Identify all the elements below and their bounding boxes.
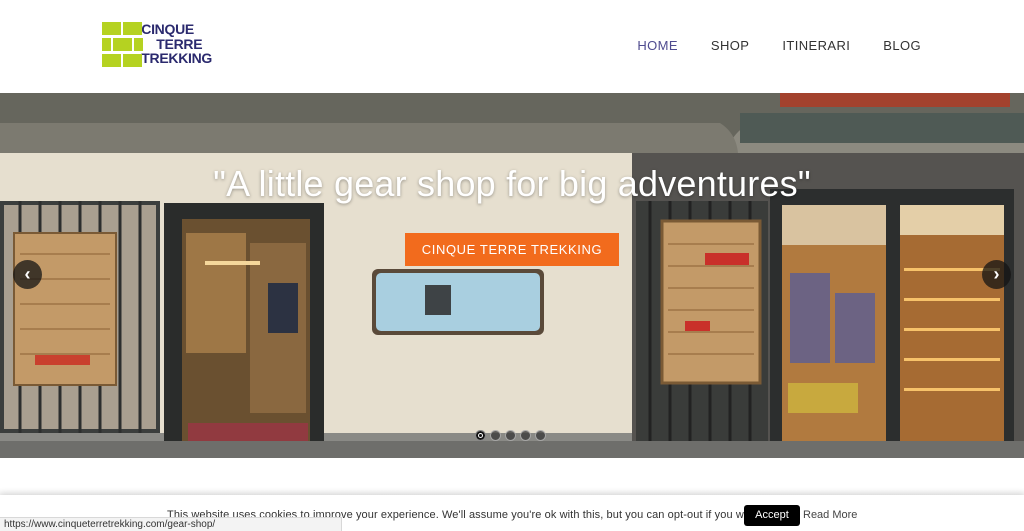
hero-slider: "A little gear shop for big adventures" …	[0, 93, 1024, 458]
logo-text: CINQUE TERRE TREKKING	[141, 22, 212, 66]
cookie-accept-button[interactable]: Accept	[744, 505, 800, 526]
shop-front-photo	[0, 93, 1024, 458]
slider-dot-1[interactable]	[475, 430, 486, 441]
nav-itinerari[interactable]: ITINERARI	[782, 38, 850, 53]
nav-blog[interactable]: BLOG	[883, 38, 921, 53]
cookie-read-more-link[interactable]: Read More	[803, 509, 857, 521]
hero-title: "A little gear shop for big adventures"	[213, 163, 811, 204]
nav-home[interactable]: HOME	[637, 38, 678, 53]
nav-shop[interactable]: SHOP	[711, 38, 749, 53]
logo-line-1: CINQUE	[141, 21, 194, 37]
chevron-right-icon: ›	[993, 264, 1000, 284]
slider-dot-3[interactable]	[505, 430, 516, 441]
slider-next-button[interactable]: ›	[982, 260, 1011, 289]
hero-cta-button[interactable]: CINQUE TERRE TREKKING	[405, 233, 619, 266]
logo-line-3: TREKKING	[141, 50, 212, 66]
slider-dot-4[interactable]	[520, 430, 531, 441]
slider-dot-2[interactable]	[490, 430, 501, 441]
site-header: CINQUE TERRE TREKKING HOME SHOP ITINERAR…	[0, 0, 1024, 93]
logo-line-2: TERRE	[156, 35, 203, 52]
slider-dots	[475, 430, 546, 441]
slider-prev-button[interactable]: ‹	[13, 260, 42, 289]
browser-status-url: https://www.cinqueterretrekking.com/gear…	[0, 517, 342, 531]
slider-dot-5[interactable]	[535, 430, 546, 441]
site-logo[interactable]: CINQUE TERRE TREKKING	[102, 22, 212, 70]
logo-blocks-icon	[102, 22, 143, 68]
main-nav: HOME SHOP ITINERARI BLOG	[637, 38, 921, 53]
chevron-left-icon: ‹	[24, 264, 31, 284]
